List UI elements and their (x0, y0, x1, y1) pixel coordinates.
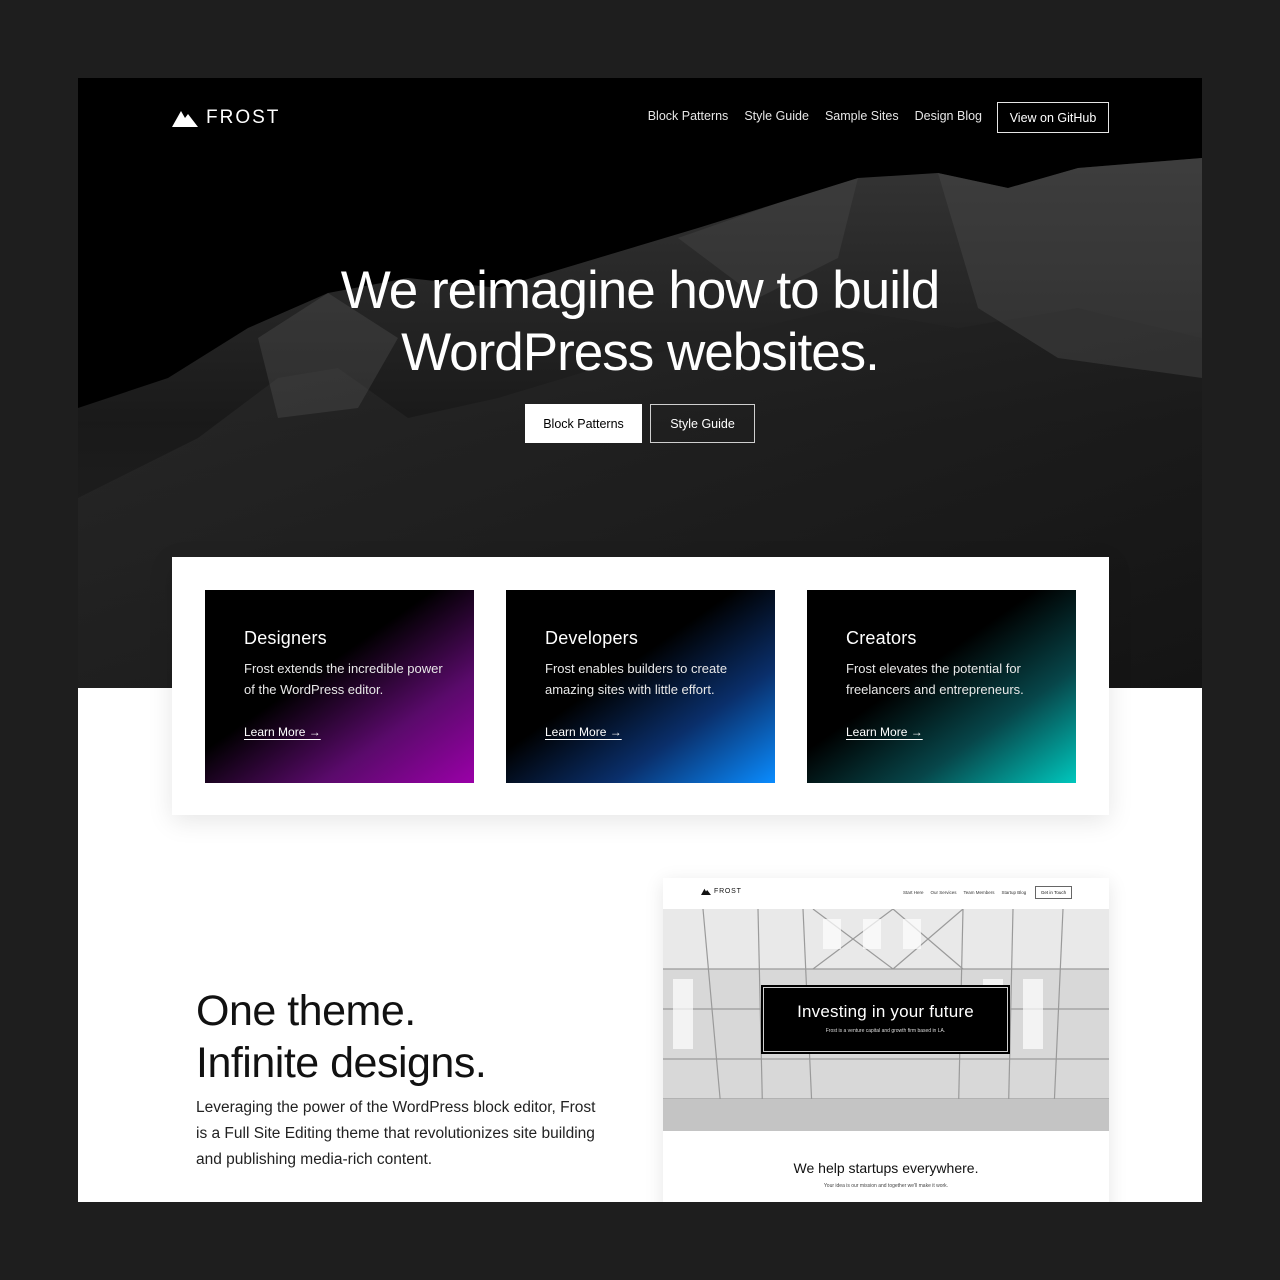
card-creators: Creators Frost elevates the potential fo… (807, 590, 1076, 783)
logo-text: FROST (206, 107, 281, 128)
card-text: Frost extends the incredible power of th… (244, 661, 443, 697)
section-title-line-2: Infinite designs. (196, 1039, 487, 1087)
preview-nav-links: Start Here Our Services Team Members Sta… (903, 890, 1026, 895)
section-title-line-1: One theme. (196, 987, 416, 1035)
preview-hero-card: Investing in your future Frost is a vent… (761, 985, 1010, 1054)
preview-section-title: We help startups everywhere. (793, 1160, 979, 1176)
preview-logo: FROST (701, 888, 742, 895)
card-text: Frost elevates the potential for freelan… (846, 661, 1024, 697)
section-title: One theme. Infinite designs. (196, 985, 487, 1089)
nav-link-style-guide[interactable]: Style Guide (744, 109, 809, 123)
preview-logo-text: FROST (714, 888, 742, 895)
preview-nav-link: Start Here (903, 890, 924, 895)
card-title: Designers (244, 628, 327, 648)
section-description: Leveraging the power of the WordPress bl… (196, 1099, 596, 1168)
mountain-logo-icon (701, 888, 711, 895)
nav-links: Block Patterns Style Guide Sample Sites … (648, 109, 982, 123)
hero-title-line-1: We reimagine how to build (340, 261, 941, 320)
preview-hero-image: Investing in your future Frost is a vent… (663, 909, 1109, 1131)
learn-more-link[interactable]: Learn More → (244, 725, 321, 739)
card-title: Creators (846, 628, 917, 648)
card-designers: Designers Frost extends the incredible p… (205, 590, 474, 783)
view-on-github-button[interactable]: View on GitHub (997, 102, 1109, 133)
learn-more-link[interactable]: Learn More → (545, 725, 622, 739)
hero-title-line-2: WordPress websites. (401, 323, 880, 382)
preview-nav-link: Startup Blog (1001, 890, 1027, 895)
card-text: Frost enables builders to create amazing… (545, 661, 728, 697)
preview-section-subtitle: Your idea is our mission and together we… (823, 1183, 949, 1189)
sample-site-preview[interactable]: FROST Start Here Our Services Team Membe… (663, 878, 1109, 1202)
page-frame: FROST Block Patterns Style Guide Sample … (78, 78, 1202, 1202)
preview-nav-link: Our Services (930, 890, 957, 895)
preview-nav-link: Team Members (963, 890, 995, 895)
mountain-logo-icon (172, 111, 198, 127)
preview-hero-subtitle: Frost is a venture capital and growth fi… (825, 1028, 946, 1034)
style-guide-button[interactable]: Style Guide (650, 404, 755, 443)
nav-link-design-blog[interactable]: Design Blog (915, 109, 982, 123)
card-title: Developers (545, 628, 639, 648)
nav-link-block-patterns[interactable]: Block Patterns (648, 109, 729, 123)
hero-title: We reimagine how to build WordPress webs… (78, 260, 1202, 384)
preview-cta-button: Get in Touch (1035, 886, 1072, 899)
hero-buttons: Block Patterns Style Guide (78, 404, 1202, 443)
top-navigation: FROST Block Patterns Style Guide Sample … (78, 78, 1202, 156)
learn-more-link[interactable]: Learn More → (846, 725, 923, 739)
preview-hero-title: Investing in your future (797, 1002, 974, 1021)
card-developers: Developers Frost enables builders to cre… (506, 590, 775, 783)
audience-cards-panel: Designers Frost extends the incredible p… (172, 557, 1109, 815)
preview-navigation: FROST Start Here Our Services Team Membe… (663, 878, 1109, 909)
frost-logo[interactable]: FROST (172, 107, 280, 129)
nav-link-sample-sites[interactable]: Sample Sites (825, 109, 899, 123)
block-patterns-button[interactable]: Block Patterns (525, 404, 642, 443)
